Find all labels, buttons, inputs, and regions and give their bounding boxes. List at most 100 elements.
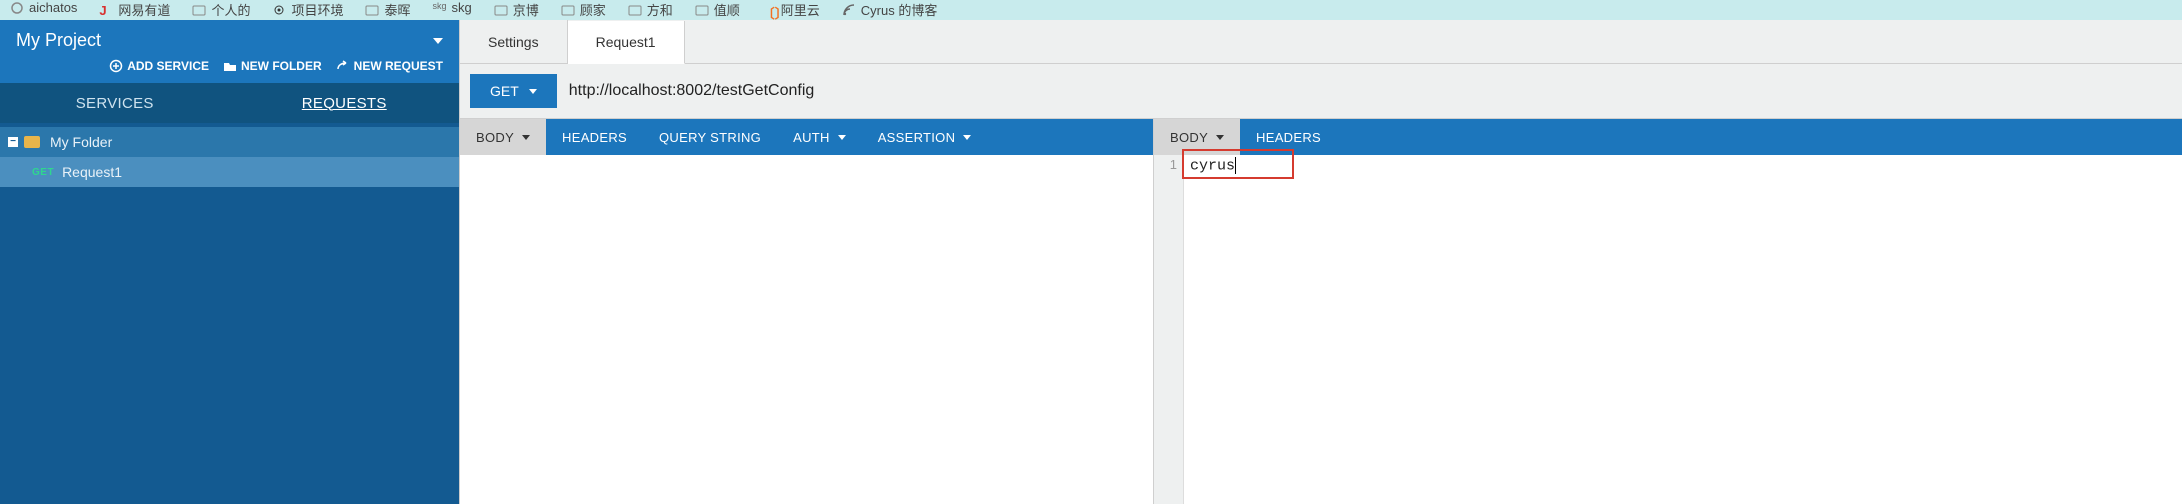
response-panel-tabs: BODY HEADERS xyxy=(1154,119,2182,155)
bookmark-item[interactable]: 方和 xyxy=(628,0,673,19)
bookmark-item[interactable]: J 网易有道 xyxy=(99,0,170,19)
bookmark-label: Cyrus 的博客 xyxy=(861,0,938,19)
bookmark-item[interactable]: 京博 xyxy=(494,0,539,19)
annotation-highlight xyxy=(1182,149,1294,179)
bookmark-label: 网易有道 xyxy=(118,0,170,19)
bookmark-label: 项目环境 xyxy=(291,0,343,19)
request-tree: − My Folder GET Request1 xyxy=(0,123,459,504)
tab-services[interactable]: SERVICES xyxy=(0,83,230,123)
new-folder-button[interactable]: NEW FOLDER xyxy=(223,59,322,73)
tab-label: AUTH xyxy=(793,130,830,145)
main-area: Settings Request1 GET http://localhost:8… xyxy=(459,20,2182,504)
tab-request1[interactable]: Request1 xyxy=(568,21,685,64)
chevron-down-icon xyxy=(1216,135,1224,140)
chevron-down-icon xyxy=(963,135,971,140)
line-number-gutter: 1 xyxy=(1154,155,1184,504)
panels: BODY HEADERS QUERY STRING AUTH ASSERTI xyxy=(460,119,2182,504)
request-label: Request1 xyxy=(62,164,122,180)
tab-label: BODY xyxy=(476,130,514,145)
folder-icon xyxy=(365,3,379,17)
req-tab-headers[interactable]: HEADERS xyxy=(546,119,643,155)
tab-label: ASSERTION xyxy=(878,130,956,145)
request-body-editor[interactable] xyxy=(460,155,1153,504)
bookmark-label: 阿里云 xyxy=(781,0,820,19)
response-body-viewer[interactable]: 1 cyrus xyxy=(1154,155,2182,504)
request-panel: BODY HEADERS QUERY STRING AUTH ASSERTI xyxy=(460,119,1154,504)
bookmark-item[interactable]: 顾家 xyxy=(561,0,606,19)
method-badge: GET xyxy=(32,167,54,178)
tab-label: HEADERS xyxy=(1256,130,1321,145)
bookmark-label: aichatos xyxy=(29,0,77,15)
bookmark-item[interactable]: skg skg xyxy=(432,0,471,15)
collapse-icon[interactable]: − xyxy=(8,137,18,147)
request-panel-tabs: BODY HEADERS QUERY STRING AUTH ASSERTI xyxy=(460,119,1153,155)
line-number: 1 xyxy=(1154,157,1177,172)
folder-icon xyxy=(561,3,575,17)
bookmark-label: 方和 xyxy=(647,0,673,19)
folder-icon xyxy=(628,3,642,17)
bookmark-item[interactable]: 项目环境 xyxy=(272,0,343,19)
arrow-icon xyxy=(336,59,350,73)
netease-icon: J xyxy=(99,3,113,17)
project-selector[interactable]: My Project xyxy=(16,30,443,51)
project-title: My Project xyxy=(16,30,101,51)
add-service-button[interactable]: ADD SERVICE xyxy=(109,59,209,73)
folder-icon xyxy=(695,3,709,17)
browser-bookmark-bar: aichatos J 网易有道 个人的 项目环境 泰晖 skg skg 京博 顾… xyxy=(0,0,2182,20)
bookmark-label: 顾家 xyxy=(580,0,606,19)
response-text-area: cyrus xyxy=(1184,155,2182,504)
http-method-label: GET xyxy=(490,83,519,99)
request-url[interactable]: http://localhost:8002/testGetConfig xyxy=(569,82,814,100)
sidebar: My Project ADD SERVICE NEW FOLDER NEW RE… xyxy=(0,20,459,504)
tab-label: HEADERS xyxy=(562,130,627,145)
tab-label: BODY xyxy=(1170,130,1208,145)
bookmark-item[interactable]: 个人的 xyxy=(192,0,250,19)
folder-icon xyxy=(192,3,206,17)
folder-icon xyxy=(24,136,40,148)
response-panel: BODY HEADERS 1 cyrus xyxy=(1154,119,2182,504)
bookmark-label: 京博 xyxy=(513,0,539,19)
bookmark-item[interactable]: Cyrus 的博客 xyxy=(842,0,938,19)
folder-icon xyxy=(494,3,508,17)
chevron-down-icon xyxy=(433,38,443,44)
grid-icon xyxy=(10,1,24,15)
bookmark-item[interactable]: 〔〕 阿里云 xyxy=(762,0,820,19)
request-bar: GET http://localhost:8002/testGetConfig xyxy=(460,64,2182,119)
main-tabs: Settings Request1 xyxy=(460,20,2182,64)
bookmark-item[interactable]: 值顺 xyxy=(695,0,740,19)
req-tab-auth[interactable]: AUTH xyxy=(777,119,862,155)
text-icon: skg xyxy=(432,1,446,15)
req-tab-query-string[interactable]: QUERY STRING xyxy=(643,119,777,155)
tab-requests[interactable]: REQUESTS xyxy=(230,83,460,123)
folder-label: My Folder xyxy=(50,134,112,150)
tab-settings[interactable]: Settings xyxy=(460,20,568,63)
bookmark-label: 泰晖 xyxy=(384,0,410,19)
sidebar-tabs: SERVICES REQUESTS xyxy=(0,83,459,123)
plus-circle-icon xyxy=(109,59,123,73)
gear-icon xyxy=(272,3,286,17)
aliyun-icon: 〔〕 xyxy=(762,3,776,17)
chevron-down-icon xyxy=(529,89,537,94)
project-toolbar: ADD SERVICE NEW FOLDER NEW REQUEST xyxy=(16,51,443,77)
chevron-down-icon xyxy=(838,135,846,140)
bookmark-label: skg xyxy=(451,0,471,15)
add-service-label: ADD SERVICE xyxy=(127,59,209,73)
bookmark-item[interactable]: aichatos xyxy=(10,0,77,15)
bookmark-item[interactable]: 泰晖 xyxy=(365,0,410,19)
http-method-selector[interactable]: GET xyxy=(470,74,557,108)
tree-folder-row[interactable]: − My Folder xyxy=(0,127,459,157)
tree-request-row[interactable]: GET Request1 xyxy=(0,157,459,187)
app-container: My Project ADD SERVICE NEW FOLDER NEW RE… xyxy=(0,20,2182,504)
req-tab-assertion[interactable]: ASSERTION xyxy=(862,119,988,155)
new-request-button[interactable]: NEW REQUEST xyxy=(336,59,443,73)
new-request-label: NEW REQUEST xyxy=(354,59,443,73)
req-tab-body[interactable]: BODY xyxy=(460,119,546,155)
new-folder-label: NEW FOLDER xyxy=(241,59,322,73)
folder-icon xyxy=(223,59,237,73)
chevron-down-icon xyxy=(522,135,530,140)
tab-label: QUERY STRING xyxy=(659,130,761,145)
bookmark-label: 个人的 xyxy=(211,0,250,19)
bookmark-label: 值顺 xyxy=(714,0,740,19)
rss-icon xyxy=(842,3,856,17)
project-header: My Project ADD SERVICE NEW FOLDER NEW RE… xyxy=(0,20,459,83)
